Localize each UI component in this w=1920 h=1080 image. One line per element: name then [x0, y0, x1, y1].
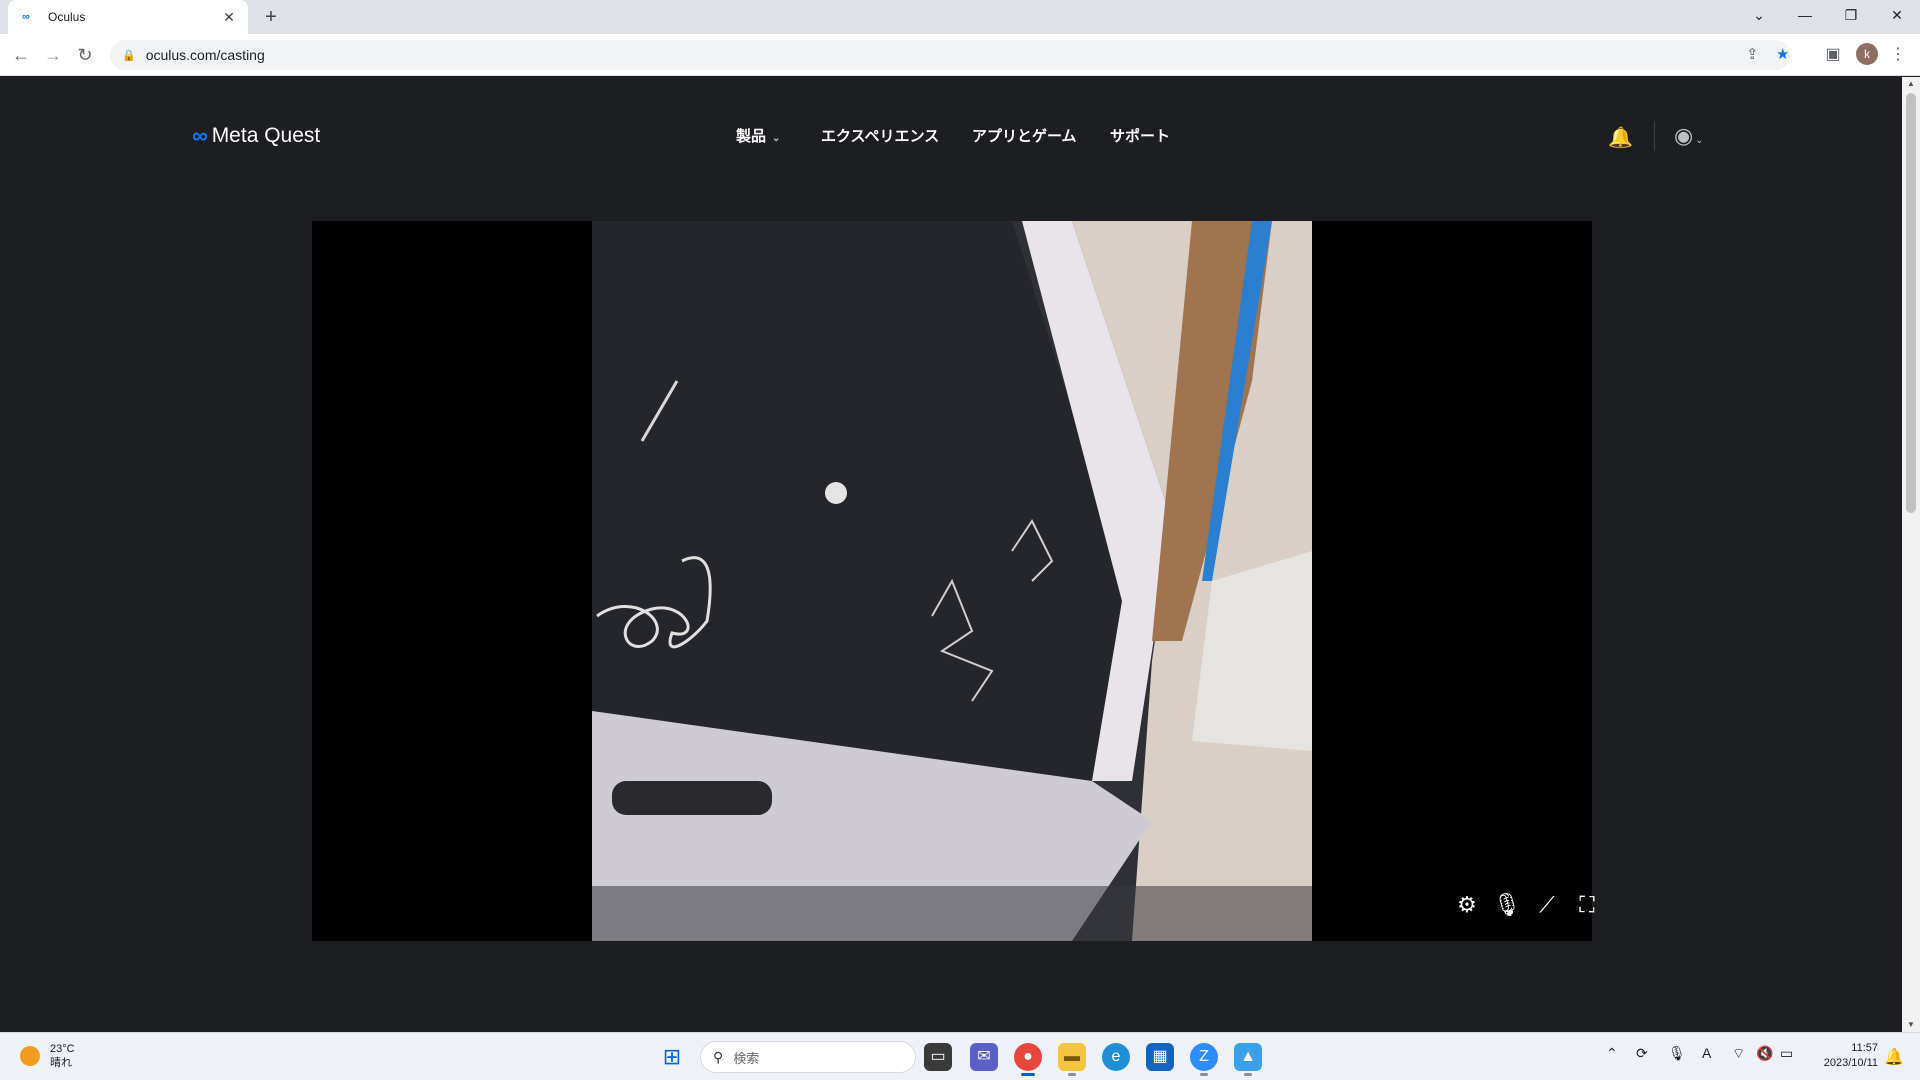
nav-products[interactable]: 製品 ⌄ [736, 125, 780, 146]
fullscreen-icon[interactable]: ⛶ [1571, 889, 1603, 921]
sync-icon[interactable]: ⟳ [1636, 1045, 1648, 1062]
tray-chevron-up-icon[interactable]: ⌃ [1606, 1045, 1618, 1062]
tab-title: Oculus [48, 10, 86, 24]
nav-label: 製品 [736, 128, 767, 145]
windows-start-icon[interactable]: ⊞ [658, 1043, 686, 1071]
meta-favicon-icon: ∞ [22, 11, 30, 23]
nav-label: サポート [1110, 128, 1171, 145]
share-icon[interactable]: ⇪ [1746, 40, 1759, 70]
zoom-icon[interactable]: Z [1190, 1043, 1218, 1076]
store-icon[interactable]: ▦ [1146, 1043, 1174, 1071]
chrome-icon[interactable]: ● [1014, 1043, 1042, 1076]
chevron-down-icon: ⌄ [1695, 135, 1704, 146]
nav-apps-games[interactable]: アプリとゲーム [972, 125, 1077, 146]
side-panel-icon[interactable]: ▣ [1820, 42, 1846, 68]
casting-player[interactable]: ⚙ 🎙 ⟋ ⛶ [312, 221, 1595, 941]
edge-icon[interactable]: e [1102, 1043, 1130, 1071]
weather-widget[interactable]: 23°C 晴れ [20, 1042, 75, 1070]
tab-search-icon[interactable]: ⌄ [1736, 0, 1782, 30]
tab-strip: ∞ Oculus ✕ + ⌄ — ❐ ✕ [0, 0, 1920, 34]
active-indicator [1021, 1073, 1035, 1076]
meta-quest-logo[interactable]: ∞ Meta Quest [192, 123, 320, 149]
mic-off-icon[interactable]: 🎙 [1491, 889, 1523, 921]
scroll-up-icon[interactable]: ▲ [1902, 77, 1920, 91]
nav-label: アプリとゲーム [972, 128, 1077, 145]
weather-condition: 晴れ [50, 1057, 72, 1069]
account-menu[interactable]: ◉ ⌄ [1674, 123, 1704, 149]
running-indicator [1244, 1073, 1252, 1076]
tab-close-icon[interactable]: ✕ [220, 9, 238, 26]
system-clock[interactable]: 11:57 2023/10/11 [1812, 1041, 1878, 1071]
scroll-down-icon[interactable]: ▼ [1902, 1018, 1920, 1032]
vr-view-image [592, 221, 1312, 941]
nav-experiences[interactable]: エクスペリエンス [821, 125, 939, 146]
wifi-icon[interactable]: ⌔ [1732, 1045, 1745, 1063]
chevron-down-icon: ⌄ [772, 133, 781, 144]
nav-support[interactable]: サポート [1110, 125, 1170, 146]
browser-toolbar: ← → ↻ 🔒 oculus.com/casting ⇪ ★ ▣ k ⋮ [0, 34, 1920, 76]
url-text: oculus.com/casting [145, 47, 265, 63]
nav-label: エクスペリエンス [821, 128, 940, 145]
reload-icon[interactable]: ↻ [72, 42, 98, 68]
page-scrollbar[interactable]: ▲ ▼ [1902, 77, 1920, 1032]
restore-button[interactable]: ❐ [1828, 0, 1874, 30]
page-content: ∞ Meta Quest 製品 ⌄ エクスペリエンス アプリとゲーム サポート 🔔… [0, 77, 1902, 1032]
new-tab-button[interactable]: + [258, 4, 284, 30]
meta-logo-icon: ∞ [192, 123, 208, 148]
notification-icon[interactable]: 🔔 [1884, 1047, 1904, 1067]
search-placeholder: 検索 [733, 1050, 760, 1066]
address-bar[interactable]: 🔒 oculus.com/casting ⇪ ★ [110, 40, 1790, 70]
minimize-button[interactable]: — [1782, 0, 1828, 30]
running-indicator [1200, 1073, 1208, 1076]
task-view-icon[interactable]: ▭ [924, 1043, 952, 1071]
clock-date: 2023/10/11 [1823, 1057, 1878, 1069]
account-icon: ◉ [1674, 123, 1694, 148]
bookmark-star-icon[interactable]: ★ [1776, 40, 1789, 70]
lock-icon[interactable]: 🔒 [122, 49, 136, 62]
microphone-icon[interactable]: 🎙 [1668, 1045, 1686, 1062]
sun-icon [20, 1046, 40, 1066]
header-divider [1654, 121, 1655, 151]
cast-off-icon[interactable]: ⟋ [1531, 889, 1563, 921]
battery-icon[interactable]: ▭ [1780, 1045, 1793, 1062]
volume-muted-icon[interactable]: 🔇 [1756, 1045, 1773, 1062]
notification-bell-icon[interactable]: 🔔 [1608, 125, 1633, 150]
cast-video-feed [592, 221, 1312, 941]
ime-indicator[interactable]: A [1702, 1045, 1711, 1061]
taskbar-search[interactable]: ⚲ 検索 [700, 1041, 916, 1073]
back-icon[interactable]: ← [8, 42, 34, 68]
brand-name: Meta Quest [211, 124, 321, 147]
browser-tab[interactable]: ∞ Oculus ✕ [8, 0, 248, 34]
settings-icon[interactable]: ⚙ [1451, 889, 1483, 921]
search-icon: ⚲ [713, 1048, 724, 1065]
menu-kebab-icon[interactable]: ⋮ [1885, 42, 1911, 68]
temperature: 23°C [50, 1043, 75, 1055]
close-window-button[interactable]: ✕ [1874, 0, 1920, 30]
teams-chat-icon[interactable]: ✉ [970, 1043, 998, 1071]
file-explorer-icon[interactable]: ▬ [1058, 1043, 1086, 1076]
running-indicator [1068, 1073, 1076, 1076]
photos-icon[interactable]: ▲ [1234, 1043, 1262, 1076]
scroll-thumb[interactable] [1906, 93, 1916, 513]
clock-time: 11:57 [1851, 1042, 1878, 1054]
windows-taskbar: 23°C 晴れ ⊞ ⚲ 検索 ▭ ✉ ● ▬ e ▦ Z ▲ ⌃ ⟳ 🎙 A ⌔… [0, 1032, 1920, 1080]
forward-icon[interactable]: → [40, 42, 66, 68]
profile-avatar[interactable]: k [1856, 43, 1878, 65]
